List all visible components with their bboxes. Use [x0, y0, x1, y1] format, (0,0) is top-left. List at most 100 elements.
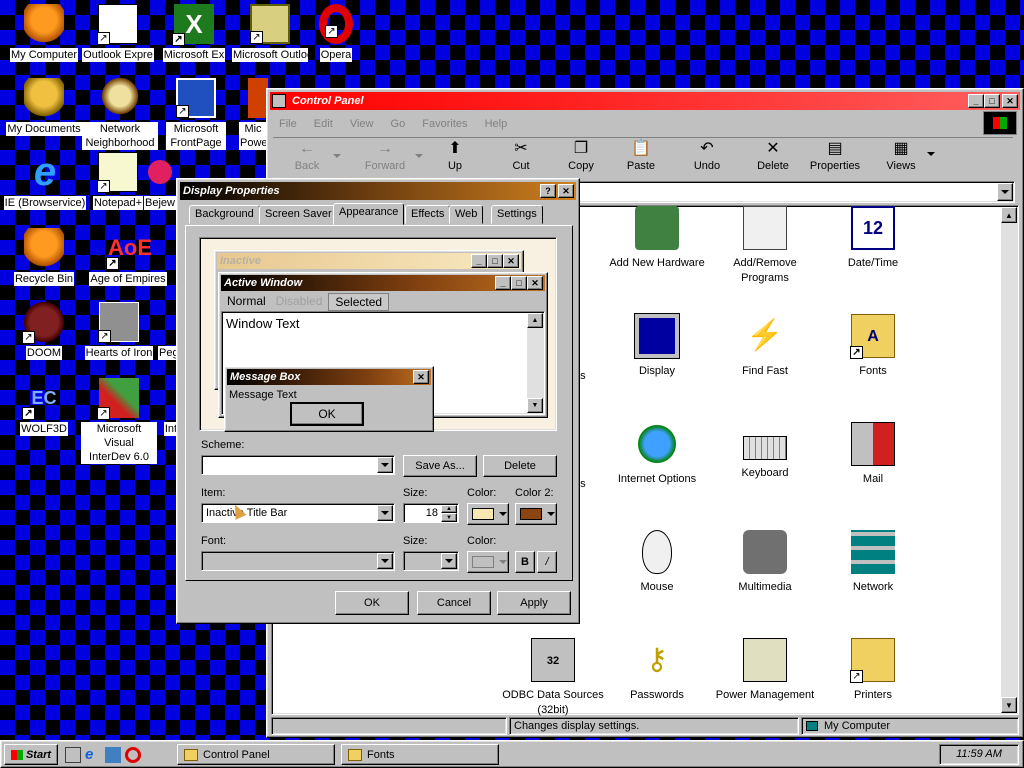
cp-item-mouse[interactable]: Mouse [604, 530, 710, 595]
size-spinner[interactable]: 18 ▲ ▼ [403, 503, 459, 523]
toolbar-properties[interactable]: ▤ Properties [805, 138, 865, 178]
cp-item-printers[interactable]: ↗ Printers [820, 638, 926, 703]
taskbar-item-control-panel[interactable]: Control Panel [177, 744, 335, 765]
tab-screen-saver[interactable]: Screen Saver [259, 205, 338, 224]
vertical-scrollbar[interactable]: ▲ ▼ [1001, 207, 1017, 713]
cp-item-passwords[interactable]: ⚷ Passwords [604, 638, 710, 703]
color2-picker-button[interactable] [515, 503, 557, 525]
views-dropdown[interactable] [927, 138, 941, 178]
cp-item-odbc[interactable]: 32 ODBC Data Sources (32bit) [500, 638, 606, 718]
toolbar-cut[interactable]: ✂ Cut [499, 138, 543, 178]
desktop-icon-excel[interactable]: X ↗ Microsoft Ex [156, 4, 232, 65]
cancel-button[interactable]: Cancel [417, 591, 491, 615]
font-color-picker-button[interactable] [467, 551, 509, 573]
tab-effects[interactable]: Effects [405, 205, 451, 224]
desktop-icon-visual-interdev[interactable]: ↗ Microsoft Visual InterDev 6.0 [74, 378, 164, 467]
desktop-icon-doom[interactable]: ↗ DOOM [6, 302, 82, 363]
desktop-icon-notepad-plus[interactable]: ↗ Notepad+ [92, 152, 144, 213]
back-dropdown[interactable] [333, 138, 347, 178]
tab-background[interactable]: Background [189, 205, 260, 224]
cp-item-network[interactable]: Network [820, 530, 926, 595]
taskbar-item-fonts[interactable]: Fonts [341, 744, 499, 765]
size-up-button[interactable]: ▲ [441, 505, 457, 513]
scheme-dropdown[interactable] [201, 455, 395, 475]
cp-item-display[interactable]: Display [604, 313, 710, 379]
toolbar-delete[interactable]: ✕ Delete [751, 138, 795, 178]
item-dropdown-arrow[interactable] [377, 505, 393, 521]
desktop-icon-wolf3d[interactable]: EC ↗ WOLF3D [6, 378, 82, 439]
font-dropdown-arrow[interactable] [377, 553, 393, 569]
cp-item-multimedia[interactable]: Multimedia [712, 530, 818, 595]
toolbar-up[interactable]: ⬆ Up [433, 138, 477, 178]
clock[interactable]: 11:59 AM [939, 744, 1019, 765]
tab-appearance[interactable]: Appearance [333, 203, 405, 225]
cp-item-add-new-hardware[interactable]: Add New Hardware [604, 206, 710, 271]
menu-file[interactable]: File [279, 118, 297, 130]
desktop-icon-bejeweled[interactable]: Bejew [144, 152, 176, 213]
delete-scheme-button[interactable]: Delete [483, 455, 557, 477]
desktop-icon-peggle[interactable]: Peg [158, 302, 178, 363]
cp-item-power-management[interactable]: Power Management [712, 638, 818, 703]
size-down-button[interactable]: ▼ [441, 513, 457, 522]
dialog-titlebar[interactable]: Display Properties ? ✕ [180, 182, 576, 200]
menu-favorites[interactable]: Favorites [422, 118, 467, 130]
color-picker-button[interactable] [467, 503, 509, 525]
bold-button[interactable]: B [515, 551, 535, 573]
opera-launch-icon[interactable] [125, 747, 141, 763]
desktop-icon-frontpage[interactable]: ↗ Microsoft FrontPage [158, 78, 234, 153]
tab-web[interactable]: Web [449, 205, 484, 224]
scroll-up-button[interactable]: ▲ [1001, 207, 1017, 223]
control-panel-titlebar[interactable]: Control Panel _ □ ✕ [270, 92, 1020, 110]
cp-item-date-time[interactable]: 12 Date/Time [820, 206, 926, 271]
desktop-icon-outlook-express[interactable]: ↗ Outlook Expre [80, 4, 156, 65]
toolbar-forward[interactable]: → Forward [357, 138, 413, 178]
apply-button[interactable]: Apply [497, 591, 571, 615]
show-desktop-icon[interactable] [65, 747, 81, 763]
address-bar[interactable] [567, 181, 1015, 203]
desktop-icon-my-documents[interactable]: My Documents [6, 78, 82, 139]
tab-settings[interactable]: Settings [491, 205, 543, 224]
desktop-icon-age-of-empires[interactable]: AoE ↗ Age of Empires [80, 228, 176, 289]
toolbar-undo[interactable]: ↶ Undo [685, 138, 729, 178]
desktop-icon-ie[interactable]: e IE (Browservice) [0, 152, 90, 213]
toolbar-paste[interactable]: 📋 Paste [619, 138, 663, 178]
desktop-icon-opera[interactable]: ↗ Opera [308, 4, 364, 65]
channels-icon[interactable] [105, 747, 121, 763]
toolbar-views[interactable]: ▦ Views [879, 138, 923, 178]
close-button[interactable]: ✕ [1002, 94, 1018, 108]
desktop-icon-recycle-bin[interactable]: Recycle Bin [6, 228, 82, 289]
ie-launch-icon[interactable]: e [85, 747, 101, 763]
ok-button[interactable]: OK [335, 591, 409, 615]
desktop-icon-outlook[interactable]: ↗ Microsoft Outlook [232, 4, 308, 65]
cp-item-internet-options[interactable]: Internet Options [604, 422, 710, 487]
scheme-dropdown-arrow[interactable] [377, 457, 393, 473]
cp-item-mail[interactable]: Mail [820, 422, 926, 487]
menu-edit[interactable]: Edit [314, 118, 333, 130]
scroll-down-button[interactable]: ▼ [1001, 697, 1017, 713]
cp-item-keyboard[interactable]: Keyboard [712, 422, 818, 481]
dialog-help-button[interactable]: ? [540, 184, 556, 198]
desktop-icon-my-computer[interactable]: My Computer [6, 4, 82, 65]
italic-button[interactable]: / [537, 551, 557, 573]
desktop-icon-hearts-of-iron[interactable]: ↗ Hearts of Iron [80, 302, 158, 363]
menu-go[interactable]: Go [391, 118, 406, 130]
address-dropdown[interactable] [997, 183, 1013, 201]
minimize-button[interactable]: _ [968, 94, 984, 108]
menu-view[interactable]: View [350, 118, 374, 130]
desktop-icon-network-neighborhood[interactable]: Network Neighborhood [82, 78, 158, 153]
font-dropdown[interactable] [201, 551, 395, 571]
toolbar-copy[interactable]: ❐ Copy [559, 138, 603, 178]
menu-help[interactable]: Help [485, 118, 508, 130]
desktop-icon-powerpoint[interactable]: Mic Powe [238, 78, 268, 153]
cp-item-fonts[interactable]: A ↗ Fonts [820, 314, 926, 379]
cp-item-find-fast[interactable]: ⚡ Find Fast [712, 314, 818, 379]
forward-dropdown[interactable] [415, 138, 429, 178]
font-size-dropdown-arrow[interactable] [441, 553, 457, 569]
font-size-dropdown[interactable] [403, 551, 459, 571]
dialog-close-button[interactable]: ✕ [558, 184, 574, 198]
cp-item-add-remove-programs[interactable]: Add/Remove Programs [712, 206, 818, 286]
toolbar-back[interactable]: ← Back [283, 138, 331, 178]
maximize-button[interactable]: □ [984, 94, 1000, 108]
start-button[interactable]: Start [4, 744, 58, 765]
save-as-button[interactable]: Save As... [403, 455, 477, 477]
